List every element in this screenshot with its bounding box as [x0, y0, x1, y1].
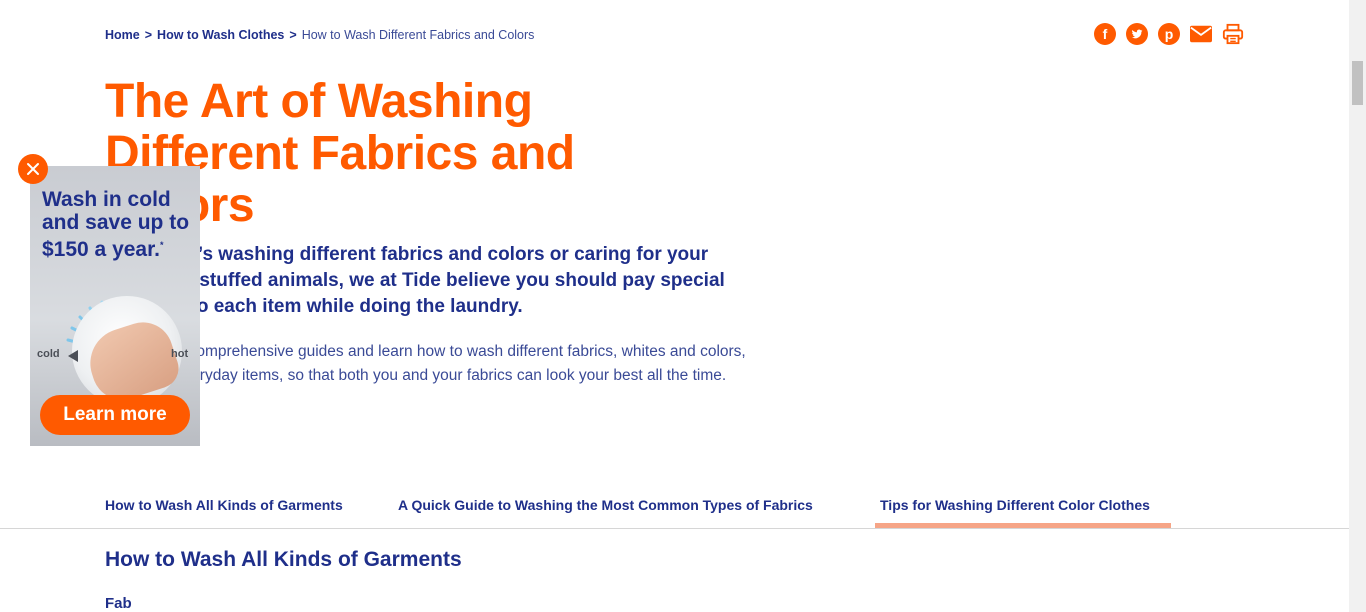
section-heading: How to Wash All Kinds of Garments: [105, 548, 462, 571]
close-ad-button[interactable]: [18, 154, 48, 184]
tab-how-to-wash-all-kinds-of-garments[interactable]: How to Wash All Kinds of Garments: [105, 497, 343, 513]
scrollbar-thumb[interactable]: [1352, 61, 1363, 105]
breadcrumb-separator: >: [144, 28, 153, 42]
breadcrumb-separator: >: [289, 28, 297, 42]
breadcrumb-home[interactable]: Home: [105, 28, 140, 42]
section-tabs: How to Wash All Kinds of Garments A Quic…: [0, 480, 1349, 529]
ad-headline: Wash in cold and save up to $150 a year.…: [42, 188, 192, 261]
ad-headline-text: Wash in cold and save up to $150 a year.: [42, 188, 190, 261]
share-toolbar: f p: [1094, 23, 1244, 45]
ad-popup[interactable]: Wash in cold and save up to $150 a year.…: [30, 166, 200, 446]
close-icon: [27, 163, 39, 175]
print-icon[interactable]: [1222, 23, 1244, 45]
breadcrumb-how-to-wash-clothes[interactable]: How to Wash Clothes: [157, 28, 284, 42]
section-sublabel: Fab: [105, 595, 132, 612]
pinterest-icon[interactable]: p: [1158, 23, 1180, 45]
breadcrumb-current: How to Wash Different Fabrics and Colors: [301, 28, 535, 42]
dial-hot-label: hot: [171, 348, 189, 360]
tab-quick-guide-common-fabrics[interactable]: A Quick Guide to Washing the Most Common…: [398, 497, 813, 513]
breadcrumb: Home > How to Wash Clothes > How to Wash Dif…: [105, 28, 534, 42]
active-tab-indicator: [875, 523, 1171, 528]
email-icon[interactable]: [1190, 23, 1212, 45]
body-text: Explore our comprehensive guides and lea…: [105, 343, 746, 384]
twitter-icon[interactable]: [1126, 23, 1148, 45]
page: Home > How to Wash Clothes > How to Wash Dif…: [0, 0, 1349, 612]
ad-asterisk: *: [159, 240, 164, 250]
dial-cold-label: cold: [37, 348, 60, 360]
intro-text: Whether it’s washing different fabrics a…: [105, 244, 725, 317]
vertical-scrollbar[interactable]: [1349, 0, 1366, 612]
learn-more-button[interactable]: Learn more: [40, 395, 190, 435]
dial-pointer-icon: [68, 350, 78, 362]
tab-tips-different-color-clothes[interactable]: Tips for Washing Different Color Clothes: [880, 497, 1150, 513]
facebook-icon[interactable]: f: [1094, 23, 1116, 45]
